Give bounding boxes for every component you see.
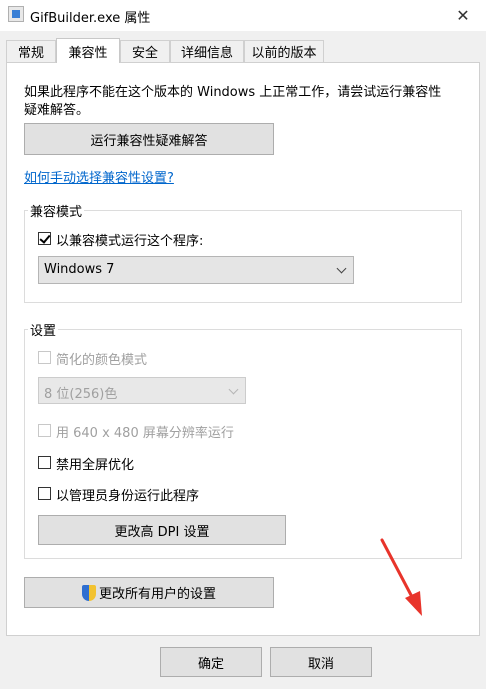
os-version-value: Windows 7 <box>44 262 115 277</box>
run-troubleshooter-button[interactable]: 运行兼容性疑难解答 <box>24 123 274 155</box>
manual-settings-link[interactable]: 如何手动选择兼容性设置? <box>24 167 174 186</box>
compatibility-panel: 如果此程序不能在这个版本的 Windows 上正常工作，请尝试运行兼容性 疑难解… <box>6 62 480 636</box>
change-dpi-button[interactable]: 更改高 DPI 设置 <box>38 515 286 545</box>
title-bar: GifBuilder.exe 属性 ✕ <box>0 0 486 31</box>
window-title: GifBuilder.exe 属性 <box>30 11 151 26</box>
disable-fullscreen-checkbox[interactable] <box>38 456 51 469</box>
low-res-label: 用 640 x 480 屏幕分辨率运行 <box>56 426 234 441</box>
settings-label: 设置 <box>28 320 59 339</box>
run-as-admin-label: 以管理员身份运行此程序 <box>56 489 200 504</box>
close-icon: ✕ <box>456 6 470 25</box>
change-all-users-button[interactable]: 更改所有用户的设置 <box>24 577 274 608</box>
reduced-color-checkbox[interactable] <box>38 351 51 364</box>
intro-text-line2: 疑难解答。 <box>24 103 90 118</box>
app-icon <box>8 6 24 22</box>
compat-mode-label: 兼容模式 <box>28 201 85 220</box>
reduced-color-label: 简化的颜色模式 <box>56 353 148 368</box>
change-all-users-label: 更改所有用户的设置 <box>98 587 216 602</box>
tab-previous-versions[interactable]: 以前的版本 <box>244 40 324 62</box>
tab-general[interactable]: 常规 <box>6 40 56 62</box>
compat-mode-checkbox[interactable] <box>38 232 51 245</box>
color-depth-value: 8 位(256)色 <box>44 387 118 402</box>
low-res-checkbox[interactable] <box>38 424 51 437</box>
color-depth-select[interactable]: 8 位(256)色 <box>38 377 246 404</box>
disable-fullscreen-label: 禁用全屏优化 <box>56 458 135 473</box>
run-as-admin-checkbox[interactable] <box>38 487 51 500</box>
cancel-button[interactable]: 取消 <box>270 647 372 677</box>
tab-compatibility[interactable]: 兼容性 <box>56 38 120 63</box>
tab-security[interactable]: 安全 <box>120 40 170 62</box>
intro-text-line1: 如果此程序不能在这个版本的 Windows 上正常工作，请尝试运行兼容性 <box>24 85 442 100</box>
settings-group: 设置 简化的颜色模式 8 位(256)色 用 640 x 480 屏幕分辨率运行… <box>24 320 462 559</box>
uac-shield-icon <box>81 584 96 601</box>
close-button[interactable]: ✕ <box>440 0 486 31</box>
os-version-select[interactable]: Windows 7 <box>38 256 354 284</box>
tab-details[interactable]: 详细信息 <box>170 40 244 62</box>
compat-mode-checkbox-label: 以兼容模式运行这个程序: <box>56 234 204 249</box>
ok-button[interactable]: 确定 <box>160 647 262 677</box>
compat-mode-group: 兼容模式 以兼容模式运行这个程序: Windows 7 <box>24 201 462 303</box>
chevron-down-icon <box>336 263 347 274</box>
chevron-down-icon <box>228 384 239 395</box>
